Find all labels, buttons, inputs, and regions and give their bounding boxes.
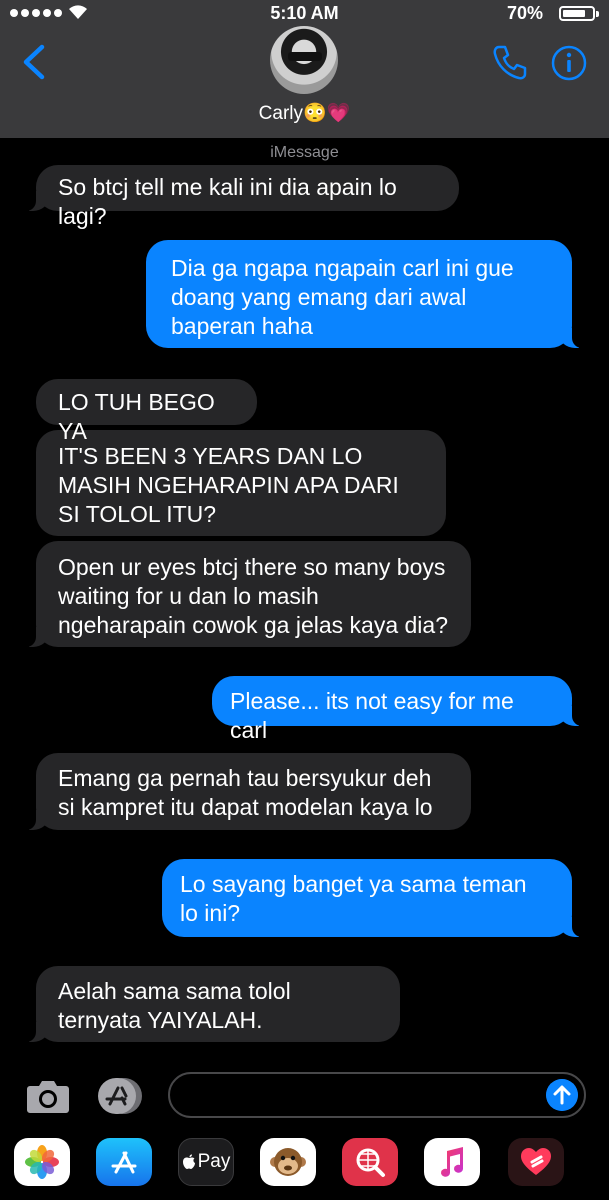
back-chevron-icon[interactable] xyxy=(20,44,48,80)
monkey-face-icon xyxy=(270,1148,306,1176)
apple-pay-icon[interactable]: Pay xyxy=(178,1138,234,1186)
app-store-drawer-button[interactable] xyxy=(96,1076,144,1116)
battery-percentage: 70% xyxy=(506,3,543,23)
sent-message[interactable]: Please... its not easy for me carl xyxy=(212,676,583,743)
message-input[interactable] xyxy=(168,1072,586,1118)
app-store-icon[interactable] xyxy=(96,1138,152,1186)
photos-icon[interactable] xyxy=(14,1138,70,1186)
camera-icon[interactable] xyxy=(26,1078,70,1114)
music-icon[interactable] xyxy=(424,1138,480,1186)
message-text: Aelah sama sama tolol ternyata YAIYALAH. xyxy=(58,978,291,1033)
received-message[interactable]: LO TUH BEGO YA xyxy=(36,379,257,444)
images-search-icon[interactable] xyxy=(342,1138,398,1186)
status-bar: 5:10 AM 70% xyxy=(0,0,609,28)
message-text: Lo sayang banget ya sama teman lo ini? xyxy=(180,871,527,926)
app-store-glyph-icon xyxy=(111,1151,137,1174)
digital-touch-icon[interactable] xyxy=(508,1138,564,1186)
sent-message[interactable]: Dia ga ngapa ngapain carl ini gue doang … xyxy=(146,240,583,348)
message-text: So btcj tell me kali ini dia apain lo la… xyxy=(58,174,397,229)
send-button[interactable] xyxy=(546,1079,578,1111)
received-message[interactable]: Aelah sama sama tolol ternyata YAIYALAH. xyxy=(25,966,400,1042)
message-text: IT'S BEEN 3 YEARS DAN LO MASIH NGEHARAPI… xyxy=(58,443,399,527)
message-text: Dia ga ngapa ngapain carl ini gue doang … xyxy=(171,255,514,339)
received-message[interactable]: Open ur eyes btcj there so many boys wai… xyxy=(25,541,471,647)
message-text: Emang ga pernah tau bersyukur deh si kam… xyxy=(58,765,433,820)
received-message[interactable]: So btcj tell me kali ini dia apain lo la… xyxy=(25,165,459,229)
photos-flower-icon xyxy=(25,1145,59,1179)
heart-touch-icon xyxy=(521,1148,551,1175)
battery-icon xyxy=(559,6,599,21)
sent-message[interactable]: Lo sayang banget ya sama teman lo ini? xyxy=(162,859,583,937)
globe-search-icon xyxy=(356,1148,385,1177)
apple-pay-label: Pay xyxy=(197,1151,231,1172)
animoji-icon[interactable] xyxy=(260,1138,316,1186)
contact-name[interactable]: Carly😳💗 xyxy=(0,101,609,125)
message-text: Open ur eyes btcj there so many boys wai… xyxy=(58,554,448,638)
apple-logo-icon xyxy=(182,1154,195,1169)
message-text: Please... its not easy for me carl xyxy=(230,688,514,743)
conversation-header: 5:10 AM 70% Carly😳💗 xyxy=(0,0,609,138)
service-label: iMessage xyxy=(270,144,339,161)
phone-icon[interactable] xyxy=(490,42,530,82)
contact-avatar[interactable] xyxy=(270,26,338,94)
received-message[interactable]: Emang ga pernah tau bersyukur deh si kam… xyxy=(25,753,471,830)
received-message[interactable]: IT'S BEEN 3 YEARS DAN LO MASIH NGEHARAPI… xyxy=(36,430,446,536)
info-icon[interactable] xyxy=(550,44,588,82)
music-note-icon xyxy=(441,1147,463,1177)
app-drawer: Pay xyxy=(0,1132,609,1200)
